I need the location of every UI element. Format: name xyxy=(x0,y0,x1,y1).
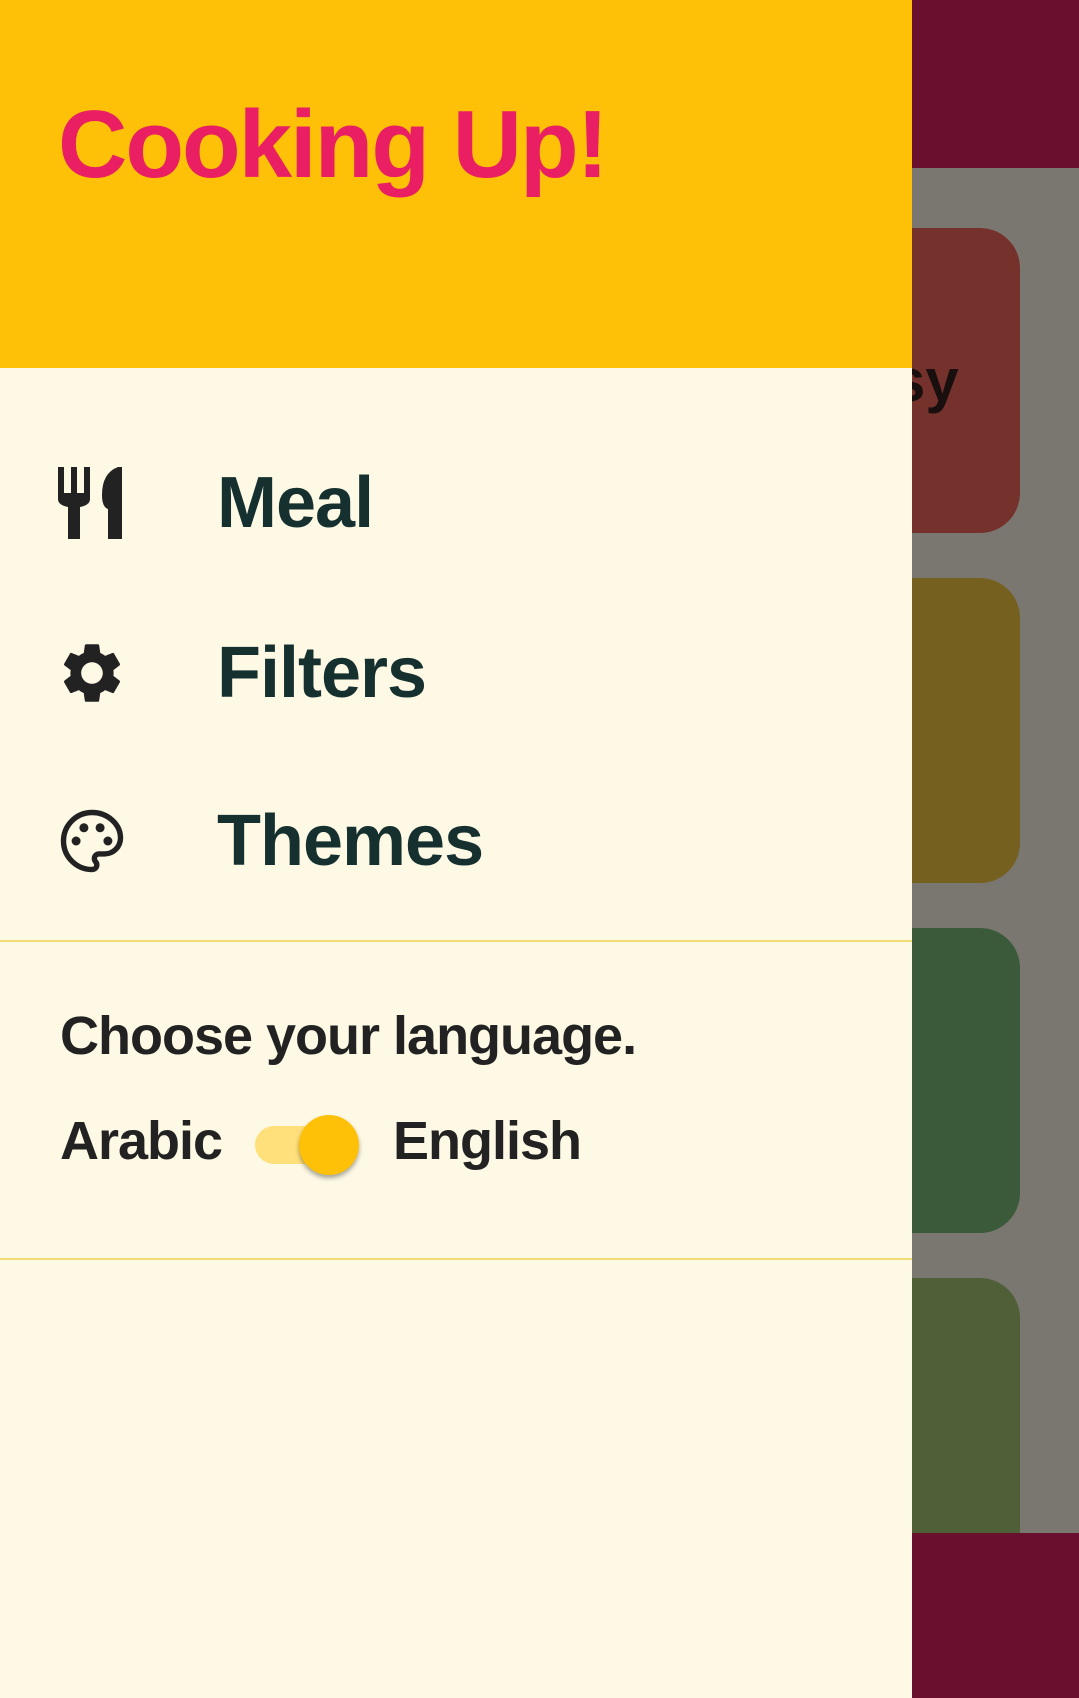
menu-item-meal[interactable]: Meal xyxy=(0,438,912,568)
menu-item-themes[interactable]: Themes xyxy=(0,776,912,906)
menu-item-filters[interactable]: Filters xyxy=(0,608,912,738)
divider xyxy=(0,1258,912,1260)
switch-thumb[interactable] xyxy=(299,1115,359,1175)
navigation-drawer: Cooking Up! Meal Filters Themes Choose y… xyxy=(0,0,912,1698)
menu-item-label: Meal xyxy=(217,463,374,543)
palette-icon xyxy=(56,805,128,877)
menu-item-label: Themes xyxy=(217,801,484,881)
gear-icon xyxy=(56,637,128,709)
language-option-english: English xyxy=(393,1111,582,1171)
language-switch-row: Arabic English xyxy=(60,1110,860,1180)
menu-item-label: Filters xyxy=(217,633,427,713)
drawer-header: Cooking Up! xyxy=(0,0,912,368)
restaurant-icon xyxy=(56,467,128,539)
language-toggle-switch[interactable] xyxy=(255,1115,365,1175)
drawer-title: Cooking Up! xyxy=(58,91,609,198)
divider xyxy=(0,940,912,942)
language-option-arabic: Arabic xyxy=(60,1111,223,1171)
language-heading: Choose your language. xyxy=(60,1006,637,1066)
